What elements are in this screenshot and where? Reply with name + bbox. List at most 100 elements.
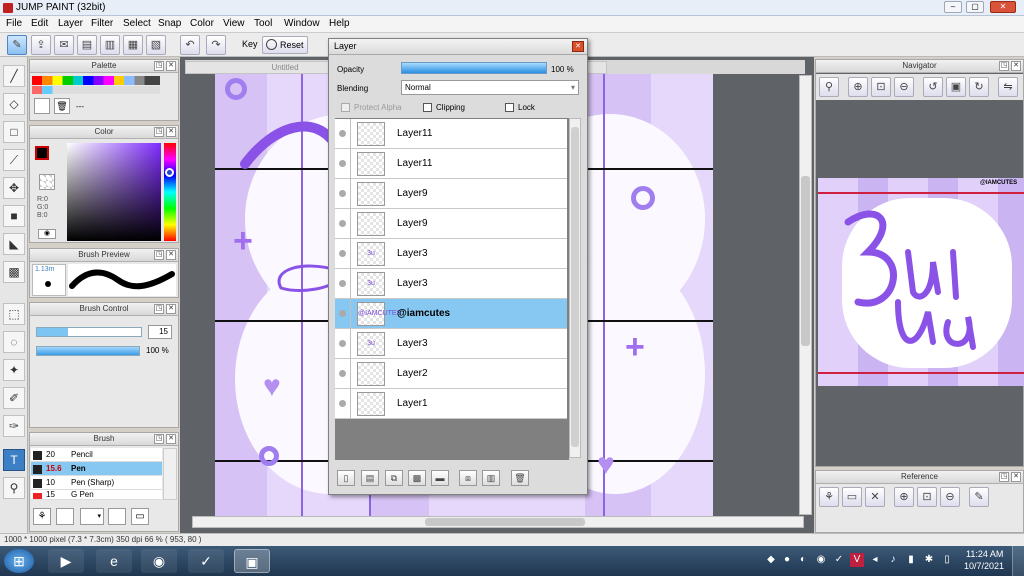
reset-view-icon[interactable]: ▣ bbox=[946, 77, 966, 97]
panel-close-icon[interactable]: ✕ bbox=[166, 61, 176, 71]
panel-close-icon[interactable]: ✕ bbox=[1011, 472, 1021, 482]
undo-icon[interactable]: ↶ bbox=[180, 35, 200, 55]
media-player-icon[interactable]: ▶ bbox=[48, 549, 84, 573]
show-desktop-button[interactable] bbox=[1012, 546, 1024, 576]
panel-close-icon[interactable]: ✕ bbox=[166, 250, 176, 260]
layer-row[interactable]: @IAMCUTES @iamcutes bbox=[335, 299, 567, 329]
eye-icon[interactable] bbox=[339, 250, 346, 257]
line-tool-icon[interactable]: ⟋ bbox=[3, 149, 25, 171]
brush-item-pen[interactable]: 15.6 Pen bbox=[31, 462, 162, 476]
color-saturation-field[interactable] bbox=[67, 143, 161, 241]
magic-wand-tool-icon[interactable]: ✦ bbox=[3, 359, 25, 381]
layer-row[interactable]: 3u Layer3 bbox=[335, 269, 567, 299]
redo-icon[interactable]: ↷ bbox=[206, 35, 226, 55]
chrome-icon[interactable]: ◉ bbox=[141, 549, 177, 573]
tray-icon[interactable]: ◆ bbox=[764, 553, 778, 567]
clock-time[interactable]: 11:24 AM bbox=[966, 549, 1003, 559]
menu-tool[interactable]: Tool bbox=[254, 18, 272, 29]
menu-file[interactable]: File bbox=[6, 18, 22, 29]
folder-icon[interactable]: ▬ bbox=[431, 470, 449, 486]
hue-slider[interactable] bbox=[164, 143, 176, 241]
brush-tool-icon[interactable]: ╱ bbox=[3, 65, 25, 87]
canvas-vertical-scrollbar[interactable] bbox=[799, 75, 812, 515]
network-icon[interactable]: ▮ bbox=[904, 553, 918, 567]
rectangle-tool-icon[interactable]: □ bbox=[3, 121, 25, 143]
canvas-horizontal-scrollbar[interactable] bbox=[192, 516, 804, 528]
eye-icon[interactable] bbox=[339, 160, 346, 167]
layer-panel-close-icon[interactable]: ✕ bbox=[572, 41, 584, 52]
brush-folder-icon[interactable]: ▭ bbox=[131, 508, 149, 525]
panel-close-icon[interactable]: ✕ bbox=[1011, 61, 1021, 71]
maximize-button[interactable]: ▢ bbox=[966, 1, 984, 13]
select-pen-tool-icon[interactable]: ✐ bbox=[3, 387, 25, 409]
zoom-in-icon[interactable]: ⊕ bbox=[848, 77, 868, 97]
color-mode-icon[interactable]: ◉ bbox=[38, 229, 56, 239]
layer-row[interactable]: Layer9 bbox=[335, 179, 567, 209]
brush-opacity-slider[interactable] bbox=[36, 346, 140, 356]
eye-icon[interactable] bbox=[339, 220, 346, 227]
float-icon[interactable]: ◳ bbox=[154, 434, 164, 444]
panel-close-icon[interactable]: ✕ bbox=[166, 434, 176, 444]
zoom-icon[interactable]: ⚲ bbox=[819, 77, 839, 97]
blending-select[interactable]: Normal ▾ bbox=[401, 80, 579, 95]
arrow-icon[interactable]: ◂ bbox=[868, 553, 882, 567]
clipping-checkbox[interactable] bbox=[423, 103, 432, 112]
app-icon[interactable]: ✓ bbox=[188, 549, 224, 573]
clock-date[interactable]: 10/7/2021 bbox=[964, 561, 1004, 571]
brush-list-scrollbar[interactable] bbox=[163, 448, 177, 500]
float-icon[interactable]: ◳ bbox=[999, 472, 1009, 482]
reference-tree-icon[interactable]: ⚘ bbox=[819, 487, 839, 507]
eye-icon[interactable] bbox=[339, 400, 346, 407]
brush-settings-icon[interactable] bbox=[108, 508, 126, 525]
layer-row[interactable]: Layer11 bbox=[335, 119, 567, 149]
float-icon[interactable]: ◳ bbox=[154, 250, 164, 260]
layer-row[interactable]: Layer9 bbox=[335, 209, 567, 239]
start-button[interactable]: ⊞ bbox=[4, 549, 34, 573]
select-rect-tool-icon[interactable]: ⬚ bbox=[3, 303, 25, 325]
scroll-thumb[interactable] bbox=[571, 127, 579, 447]
brush-menu-icon[interactable]: ▾ bbox=[80, 508, 104, 525]
gradient-tool-icon[interactable]: ▩ bbox=[3, 261, 25, 283]
brush-size-field[interactable]: 15 bbox=[148, 325, 172, 339]
eye-icon[interactable] bbox=[339, 190, 346, 197]
panel-close-icon[interactable]: ✕ bbox=[166, 304, 176, 314]
page-icon[interactable]: ▥ bbox=[100, 35, 120, 55]
fit-icon[interactable]: ⊡ bbox=[917, 487, 937, 507]
eye-icon[interactable] bbox=[339, 310, 346, 317]
float-icon[interactable]: ◳ bbox=[154, 304, 164, 314]
brush-item-pen-sharp[interactable]: 10 Pen (Sharp) bbox=[31, 476, 162, 490]
reset-button[interactable]: Reset bbox=[262, 36, 308, 54]
zoom-in-icon[interactable]: ⊕ bbox=[894, 487, 914, 507]
minimize-button[interactable]: – bbox=[944, 1, 962, 13]
layer-row[interactable]: Layer2 bbox=[335, 359, 567, 389]
text-tool-icon[interactable]: T bbox=[3, 449, 25, 471]
zoom-out-icon[interactable]: ⊖ bbox=[894, 77, 914, 97]
new-palette-icon[interactable] bbox=[34, 98, 50, 114]
brush-size-slider[interactable] bbox=[36, 327, 142, 337]
pen-mode-icon[interactable]: ✎ bbox=[7, 35, 27, 55]
close-reference-icon[interactable]: ✕ bbox=[865, 487, 885, 507]
menu-filter[interactable]: Filter bbox=[91, 18, 113, 29]
grid-icon[interactable]: ▧ bbox=[146, 35, 166, 55]
hue-handle[interactable] bbox=[165, 168, 174, 177]
brush-item-g-pen[interactable]: 15 G Pen bbox=[31, 490, 162, 500]
foreground-color-swatch[interactable] bbox=[35, 146, 49, 160]
eye-icon[interactable] bbox=[339, 130, 346, 137]
zoom-out-icon[interactable]: ⊖ bbox=[940, 487, 960, 507]
eye-icon[interactable] bbox=[339, 280, 346, 287]
fit-icon[interactable]: ⊡ bbox=[871, 77, 891, 97]
float-icon[interactable]: ◳ bbox=[154, 61, 164, 71]
share-icon[interactable]: ⇪ bbox=[31, 35, 51, 55]
menu-select[interactable]: Select bbox=[123, 18, 151, 29]
eyedropper-icon[interactable]: ✎ bbox=[969, 487, 989, 507]
menu-color[interactable]: Color bbox=[190, 18, 214, 29]
message-icon[interactable]: ▤ bbox=[77, 35, 97, 55]
jump-paint-taskbar-icon[interactable]: ▣ bbox=[234, 549, 270, 573]
tray-icon[interactable]: ◐ bbox=[796, 553, 810, 567]
new-layer-menu-icon[interactable]: ▤ bbox=[361, 470, 379, 486]
document-icon[interactable]: ▦ bbox=[123, 35, 143, 55]
comment-icon[interactable]: ✉ bbox=[54, 35, 74, 55]
tray-icon[interactable]: ✓ bbox=[832, 553, 846, 567]
speaker-icon[interactable]: ♪ bbox=[886, 553, 900, 567]
eraser-tool-icon[interactable]: ◇ bbox=[3, 93, 25, 115]
